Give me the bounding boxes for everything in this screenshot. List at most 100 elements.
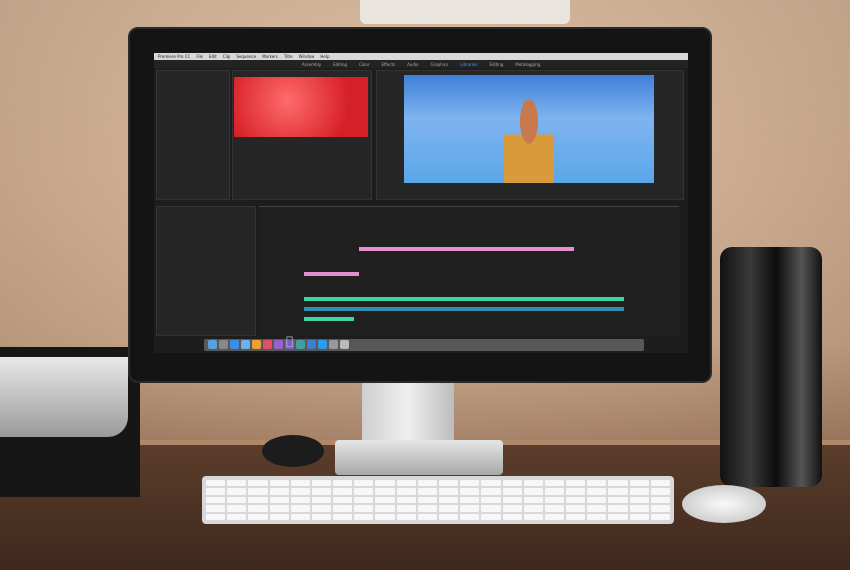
key[interactable] xyxy=(396,505,416,512)
key[interactable] xyxy=(544,488,565,495)
key[interactable] xyxy=(227,480,247,487)
menu-item[interactable]: Title xyxy=(284,54,293,59)
key[interactable] xyxy=(375,496,395,504)
key[interactable] xyxy=(481,488,501,495)
key[interactable] xyxy=(375,513,395,520)
key[interactable] xyxy=(206,496,226,504)
key[interactable] xyxy=(587,488,607,495)
key[interactable] xyxy=(566,496,586,504)
key[interactable] xyxy=(396,496,416,504)
key[interactable] xyxy=(502,488,522,495)
key[interactable] xyxy=(354,496,374,504)
premiere-icon[interactable] xyxy=(274,340,283,349)
key[interactable] xyxy=(566,480,586,487)
key[interactable] xyxy=(206,480,226,487)
key[interactable] xyxy=(608,496,628,504)
key[interactable] xyxy=(290,496,310,504)
key[interactable] xyxy=(290,480,310,487)
timeline-clip[interactable] xyxy=(304,307,624,311)
key[interactable] xyxy=(587,480,607,487)
key[interactable] xyxy=(650,496,670,504)
key[interactable] xyxy=(333,488,353,495)
key[interactable] xyxy=(375,488,395,495)
key[interactable] xyxy=(227,488,247,495)
launchpad-icon[interactable] xyxy=(219,340,228,349)
key[interactable] xyxy=(438,480,459,487)
key[interactable] xyxy=(566,513,586,520)
key[interactable] xyxy=(311,505,332,512)
key[interactable] xyxy=(375,480,395,487)
key[interactable] xyxy=(629,488,649,495)
key[interactable] xyxy=(629,513,649,520)
key[interactable] xyxy=(438,488,459,495)
key[interactable] xyxy=(248,480,268,487)
workspace-tab[interactable]: Effects xyxy=(382,62,396,67)
key[interactable] xyxy=(460,480,480,487)
workspace-tab[interactable]: Metalogging xyxy=(515,62,540,67)
menu-item[interactable]: Premiere Pro CC xyxy=(158,54,190,59)
key[interactable] xyxy=(523,505,543,512)
key[interactable] xyxy=(290,513,310,520)
key[interactable] xyxy=(417,488,437,495)
key[interactable] xyxy=(375,505,395,512)
key[interactable] xyxy=(460,496,480,504)
key[interactable] xyxy=(629,496,649,504)
key[interactable] xyxy=(311,488,332,495)
key[interactable] xyxy=(502,480,522,487)
menu-item[interactable]: Markers xyxy=(262,54,278,59)
menu-item[interactable]: Window xyxy=(299,54,315,59)
key[interactable] xyxy=(544,480,565,487)
key[interactable] xyxy=(629,505,649,512)
photoshop-icon[interactable] xyxy=(318,340,327,349)
mouse[interactable] xyxy=(682,485,766,523)
key[interactable] xyxy=(587,505,607,512)
key[interactable] xyxy=(460,488,480,495)
mail-icon[interactable] xyxy=(241,340,250,349)
key[interactable] xyxy=(248,496,268,504)
key[interactable] xyxy=(481,513,501,520)
key[interactable] xyxy=(523,480,543,487)
timeline-clip[interactable] xyxy=(304,272,359,276)
key[interactable] xyxy=(290,488,310,495)
key[interactable] xyxy=(650,480,670,487)
key[interactable] xyxy=(227,496,247,504)
menu-item[interactable]: Sequence xyxy=(236,54,256,59)
key[interactable] xyxy=(438,496,459,504)
key[interactable] xyxy=(650,505,670,512)
key[interactable] xyxy=(269,480,289,487)
key[interactable] xyxy=(248,513,268,520)
workspace-tab[interactable]: Assembly xyxy=(302,62,321,67)
key[interactable] xyxy=(354,480,374,487)
key[interactable] xyxy=(417,480,437,487)
key[interactable] xyxy=(544,496,565,504)
key[interactable] xyxy=(438,505,459,512)
timeline-clip[interactable] xyxy=(304,297,624,301)
itunes-icon[interactable] xyxy=(263,340,272,349)
key[interactable] xyxy=(566,505,586,512)
workspace-tab[interactable]: Color xyxy=(359,62,369,67)
key[interactable] xyxy=(269,488,289,495)
menu-item[interactable]: Clip xyxy=(223,54,231,59)
workspace-tab[interactable]: Editing xyxy=(333,62,347,67)
key[interactable] xyxy=(333,480,353,487)
key[interactable] xyxy=(269,513,289,520)
key[interactable] xyxy=(333,496,353,504)
key[interactable] xyxy=(354,505,374,512)
key[interactable] xyxy=(227,505,247,512)
lightroom-icon[interactable] xyxy=(307,340,316,349)
key[interactable] xyxy=(650,513,670,520)
menu-item[interactable]: Edit xyxy=(209,54,217,59)
key[interactable] xyxy=(206,513,226,520)
key[interactable] xyxy=(481,505,501,512)
key[interactable] xyxy=(608,505,628,512)
key[interactable] xyxy=(417,496,437,504)
key[interactable] xyxy=(248,488,268,495)
key[interactable] xyxy=(206,488,226,495)
key[interactable] xyxy=(566,488,586,495)
key[interactable] xyxy=(481,480,501,487)
key[interactable] xyxy=(311,480,332,487)
timeline-clip[interactable] xyxy=(304,317,354,321)
key[interactable] xyxy=(248,505,268,512)
key[interactable] xyxy=(206,505,226,512)
key[interactable] xyxy=(502,513,522,520)
